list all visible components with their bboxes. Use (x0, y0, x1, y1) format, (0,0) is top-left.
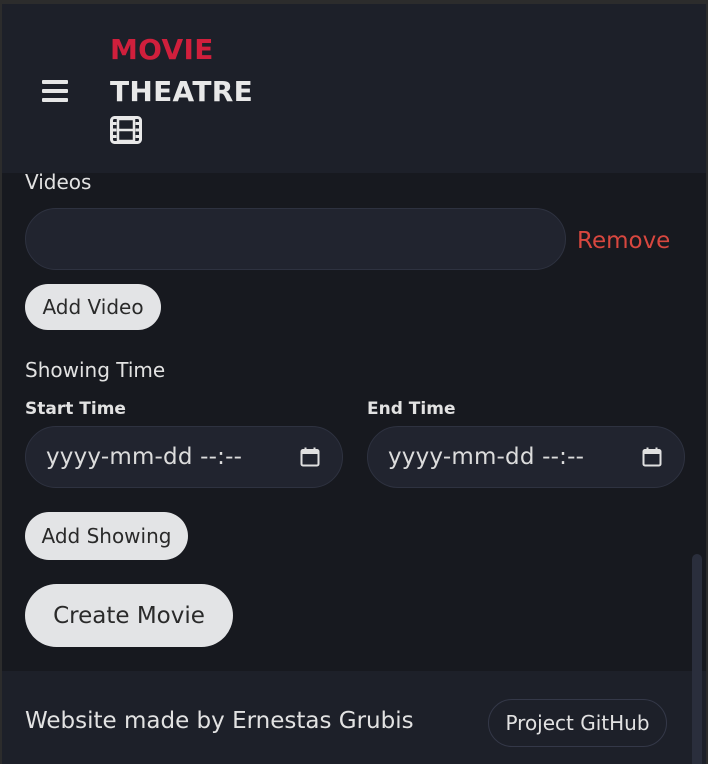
add-video-button[interactable]: Add Video (25, 284, 161, 330)
project-github-button[interactable]: Project GitHub (488, 699, 667, 747)
scrollbar-thumb[interactable] (692, 554, 702, 764)
hamburger-bar (42, 98, 68, 102)
calendar-icon[interactable] (642, 447, 662, 467)
end-time-placeholder: yyyy-mm-dd --:-- (388, 444, 585, 470)
start-time-placeholder: yyyy-mm-dd --:-- (46, 444, 243, 470)
app-window: MOVIE THEATRE Videos Remove Add Video Sh… (0, 0, 708, 764)
brand-title-theatre[interactable]: THEATRE (110, 75, 253, 108)
end-time-label: End Time (367, 399, 456, 419)
footer-credit: Website made by Ernestas Grubis (25, 708, 414, 734)
site-header: MOVIE THEATRE (2, 4, 706, 173)
hamburger-bar (42, 80, 68, 84)
site-footer: Website made by Ernestas Grubis Project … (2, 671, 706, 764)
videos-label: Videos (25, 170, 92, 194)
create-movie-button[interactable]: Create Movie (25, 584, 233, 647)
start-time-input[interactable]: yyyy-mm-dd --:-- (25, 426, 343, 488)
add-showing-button[interactable]: Add Showing (25, 512, 188, 560)
showing-time-label: Showing Time (25, 358, 166, 382)
film-icon (110, 116, 142, 144)
start-time-label: Start Time (25, 399, 126, 419)
hamburger-menu-icon[interactable] (42, 80, 68, 102)
video-url-input[interactable] (25, 208, 566, 270)
hamburger-bar (42, 89, 68, 93)
remove-video-link[interactable]: Remove (577, 228, 670, 254)
end-time-input[interactable]: yyyy-mm-dd --:-- (367, 426, 685, 488)
brand-title-movie[interactable]: MOVIE (110, 33, 214, 66)
calendar-icon[interactable] (300, 447, 320, 467)
